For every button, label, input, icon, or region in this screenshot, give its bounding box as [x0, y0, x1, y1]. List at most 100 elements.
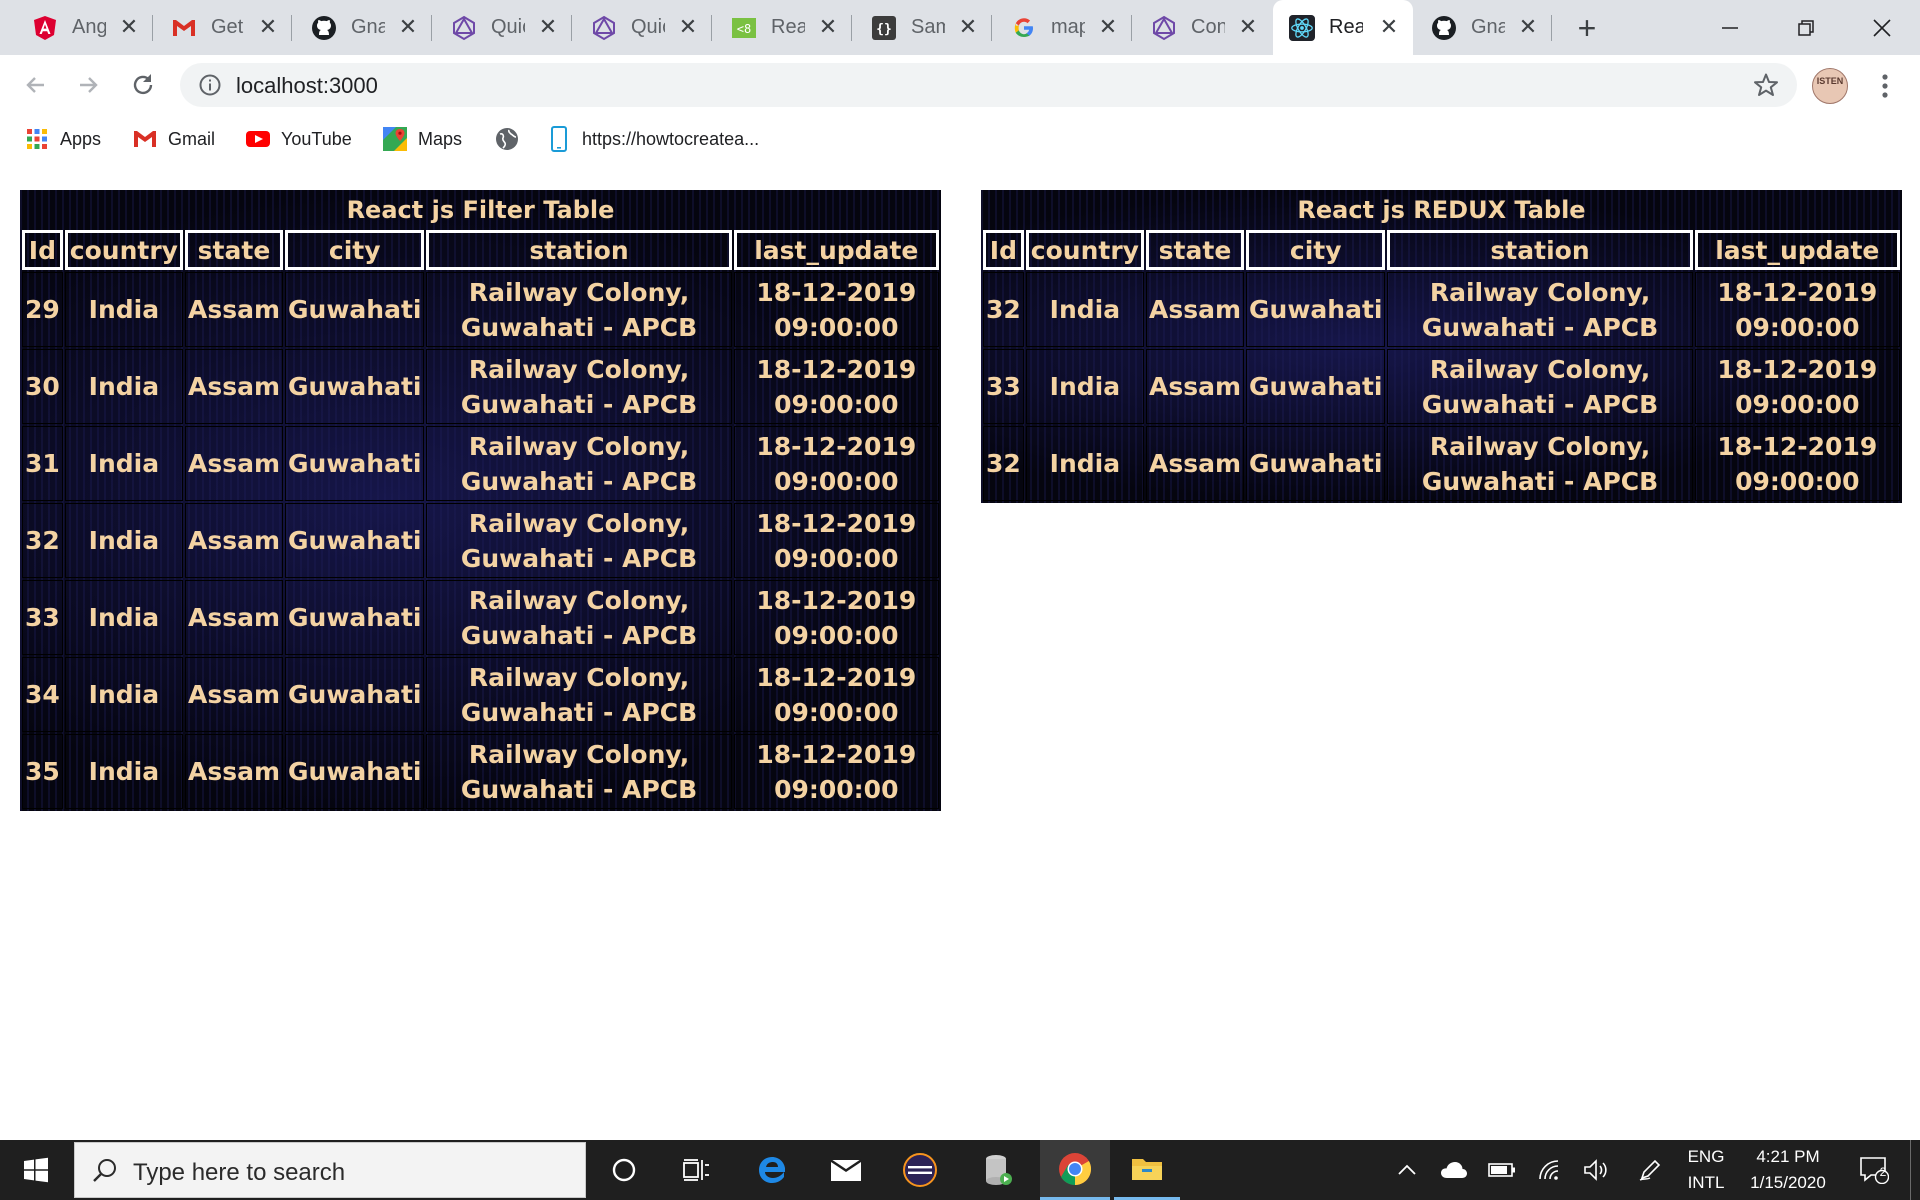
browser-tab[interactable]: {} Sam ✕ [855, 0, 992, 55]
bookmark-gmail[interactable]: Gmail [132, 125, 215, 153]
browser-tab[interactable]: <8 Rea ✕ [715, 0, 852, 55]
bookmark-youtube[interactable]: YouTube [245, 125, 352, 153]
close-icon[interactable]: ✕ [1236, 15, 1260, 39]
tab-title: Rea [1329, 16, 1363, 38]
cell-state: Assam [184, 580, 283, 655]
browser-tab-active[interactable]: Rea ✕ [1273, 0, 1413, 55]
info-icon[interactable] [198, 73, 222, 97]
redux-table-panel: React js REDUX Table Id country state ci… [981, 190, 1902, 503]
close-icon[interactable]: ✕ [1516, 15, 1540, 39]
taskbar-search-box[interactable]: Type here to search [74, 1142, 586, 1198]
bookmark-maps[interactable]: Maps [382, 125, 462, 153]
tab-title: Gna [351, 16, 385, 38]
cell-last-update: 18-12-2019 09:00:00 [733, 349, 939, 424]
svg-text:<8: <8 [737, 22, 751, 36]
close-icon[interactable]: ✕ [396, 15, 420, 39]
close-icon[interactable]: ✕ [956, 15, 980, 39]
cell-station: Railway Colony, Guwahati - APCB [426, 734, 732, 809]
bookmark-label: YouTube [281, 128, 352, 149]
windows-taskbar: Type here to search ENG INTL 4:21 PM 1/1… [0, 1140, 1920, 1200]
browser-toolbar: localhost:3000 ISTEN [0, 55, 1920, 115]
taskbar-file-explorer[interactable] [1114, 1140, 1180, 1200]
wifi-tray[interactable] [1532, 1140, 1568, 1200]
onedrive-tray[interactable] [1436, 1140, 1472, 1200]
cell-station: Railway Colony, Guwahati - APCB [426, 426, 732, 501]
mail-icon [830, 1159, 862, 1181]
close-icon[interactable]: ✕ [676, 15, 700, 39]
cloud-icon [1441, 1162, 1467, 1178]
browser-tab[interactable]: Gna ✕ [295, 0, 432, 55]
cell-id: 32 [983, 426, 1024, 501]
cell-state: Assam [1145, 426, 1244, 501]
column-header-id: Id [22, 230, 63, 270]
column-header-state: state [1145, 230, 1244, 270]
taskbar-chrome-active[interactable] [1040, 1140, 1110, 1200]
cell-state: Assam [184, 657, 283, 732]
minimize-icon [1722, 26, 1738, 29]
reload-button[interactable] [123, 65, 163, 105]
tab-title: Quic [491, 16, 525, 38]
close-icon[interactable]: ✕ [256, 15, 280, 39]
battery-tray[interactable] [1484, 1140, 1520, 1200]
minimize-button[interactable] [1692, 0, 1768, 55]
bookmark-star-icon[interactable] [1753, 72, 1779, 98]
browser-tab[interactable]: map ✕ [995, 0, 1132, 55]
address-bar[interactable]: localhost:3000 [180, 63, 1797, 107]
browser-tab[interactable]: Quic ✕ [435, 0, 572, 55]
close-icon[interactable]: ✕ [816, 15, 840, 39]
volume-tray[interactable] [1578, 1140, 1614, 1200]
cell-id: 35 [22, 734, 63, 809]
cell-country: India [64, 426, 183, 501]
new-tab-button[interactable]: + [1570, 12, 1604, 46]
cortana-button[interactable] [594, 1140, 654, 1200]
cell-id: 33 [22, 580, 63, 655]
taskbar-edge[interactable] [742, 1140, 802, 1200]
close-icon[interactable]: ✕ [536, 15, 560, 39]
cell-city: Guwahati [285, 657, 425, 732]
back-arrow-icon [26, 77, 44, 93]
edge-icon [759, 1157, 785, 1183]
more-menu-icon[interactable] [1872, 71, 1898, 101]
column-header-station: station [1387, 230, 1693, 270]
taskbar-database-app[interactable] [968, 1140, 1028, 1200]
url-text[interactable]: localhost:3000 [236, 73, 378, 99]
close-window-button[interactable] [1844, 0, 1920, 55]
clock-time: 4:21 PM [1756, 1147, 1820, 1166]
chevron-up-icon [1398, 1164, 1416, 1175]
close-icon[interactable]: ✕ [117, 15, 141, 39]
bookmark-apps[interactable]: Apps [24, 125, 101, 153]
browser-tab[interactable]: Gna ✕ [1415, 0, 1552, 55]
taskbar-eclipse[interactable] [890, 1140, 950, 1200]
close-icon[interactable]: ✕ [1377, 15, 1401, 39]
browser-tab[interactable]: Con ✕ [1135, 0, 1272, 55]
forward-button[interactable] [68, 65, 108, 105]
back-button[interactable] [16, 65, 56, 105]
bookmark-globe[interactable] [494, 125, 530, 153]
close-icon[interactable]: ✕ [1096, 15, 1120, 39]
cell-country: India [64, 349, 183, 424]
clock[interactable]: 4:21 PM 1/15/2020 [1738, 1140, 1838, 1200]
cell-id: 29 [22, 272, 63, 347]
taskbar-mail[interactable] [816, 1140, 876, 1200]
language-indicator[interactable]: ENG INTL [1680, 1140, 1732, 1200]
show-desktop-button[interactable] [1910, 1140, 1920, 1200]
cell-country: India [1025, 426, 1144, 501]
action-center-button[interactable]: 2 [1850, 1140, 1898, 1200]
chrome-icon [1059, 1152, 1092, 1185]
tab-title: Con [1191, 16, 1225, 38]
browser-tab[interactable]: Get ✕ [155, 0, 292, 55]
browser-tab[interactable]: Quic ✕ [575, 0, 712, 55]
browser-tab[interactable]: Ang ✕ [16, 0, 153, 55]
cell-state: Assam [184, 272, 283, 347]
tab-divider [851, 15, 852, 41]
start-button[interactable] [0, 1140, 72, 1200]
cell-city: Guwahati [285, 503, 425, 578]
show-hidden-icons-button[interactable] [1390, 1140, 1424, 1200]
task-view-button[interactable] [666, 1140, 726, 1200]
column-header-last-update: last_update [1694, 230, 1900, 270]
bookmark-howtocreate[interactable]: https://howtocreatea... [546, 125, 759, 153]
cell-last-update: 18-12-2019 09:00:00 [1694, 349, 1900, 424]
restore-button[interactable] [1768, 0, 1844, 55]
pen-tray[interactable] [1632, 1140, 1668, 1200]
profile-avatar[interactable]: ISTEN [1812, 68, 1848, 104]
